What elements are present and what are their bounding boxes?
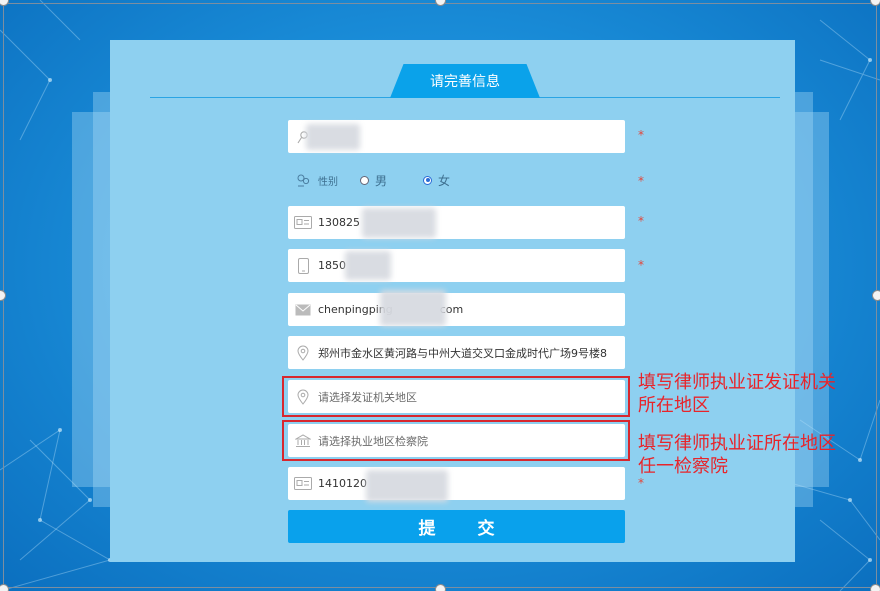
address-value: 郑州市金水区黄河路与中州大道交叉口金成时代广场9号楼8 xyxy=(318,346,607,360)
male-radio[interactable] xyxy=(360,175,369,185)
annotation-line: 所在地区 xyxy=(638,395,710,416)
issuing-region-annotation: 填写律师执业证发证机关 所在地区 xyxy=(638,371,836,417)
annotation-line: 任一检察院 xyxy=(638,456,728,477)
annotation-box-issuing-region xyxy=(282,376,630,417)
redaction-blur xyxy=(345,251,391,280)
required-mark: * xyxy=(638,128,644,142)
email-value-end: com xyxy=(439,303,464,316)
submit-button[interactable]: 提 交 xyxy=(288,510,625,543)
location-pin-icon xyxy=(288,336,318,369)
gender-row: 性别 男 女 xyxy=(288,168,625,192)
annotation-line: 填写律师执业证发证机关 xyxy=(638,372,836,393)
id-card-icon xyxy=(288,206,318,239)
female-radio[interactable] xyxy=(423,175,433,185)
email-field[interactable]: chenpingping com xyxy=(288,293,625,326)
resize-handle-bottom-left[interactable] xyxy=(0,584,9,591)
required-mark: * xyxy=(638,174,644,188)
redaction-blur xyxy=(366,470,448,502)
redaction-blur xyxy=(306,124,360,150)
phone-field[interactable]: 1850 xyxy=(288,249,625,282)
required-mark: * xyxy=(638,214,644,228)
procuratorate-annotation: 填写律师执业证所在地区 任一检察院 xyxy=(638,432,836,478)
id-card-icon xyxy=(288,467,318,500)
envelope-icon xyxy=(288,293,318,326)
id-card-field[interactable]: 130825 xyxy=(288,206,625,239)
redaction-blur xyxy=(362,208,436,238)
resize-handle-bottom[interactable] xyxy=(435,584,446,591)
form-title: 请完善信息 xyxy=(390,64,540,98)
required-mark: * xyxy=(638,476,644,490)
mobile-phone-icon xyxy=(288,249,318,282)
address-field[interactable]: 郑州市金水区黄河路与中州大道交叉口金成时代广场9号楼8 xyxy=(288,336,625,369)
license-number-value: 1410120 xyxy=(318,477,367,490)
resize-handle-right[interactable] xyxy=(872,290,880,301)
female-label: 女 xyxy=(438,173,451,188)
resize-handle-top-right[interactable] xyxy=(870,0,880,6)
gender-option-male[interactable]: 男 xyxy=(360,172,387,189)
resize-handle-bottom-right[interactable] xyxy=(870,584,880,591)
annotation-box-procuratorate xyxy=(282,420,630,461)
annotation-line: 填写律师执业证所在地区 xyxy=(638,433,836,454)
required-mark: * xyxy=(638,258,644,272)
gender-icon xyxy=(288,173,318,187)
gender-option-female[interactable]: 女 xyxy=(423,172,450,189)
redaction-blur xyxy=(380,290,446,326)
license-number-field[interactable]: 1410120 xyxy=(288,467,625,500)
backdrop-card-right xyxy=(795,112,829,487)
gender-label: 性别 xyxy=(318,176,338,188)
male-label: 男 xyxy=(375,173,388,188)
